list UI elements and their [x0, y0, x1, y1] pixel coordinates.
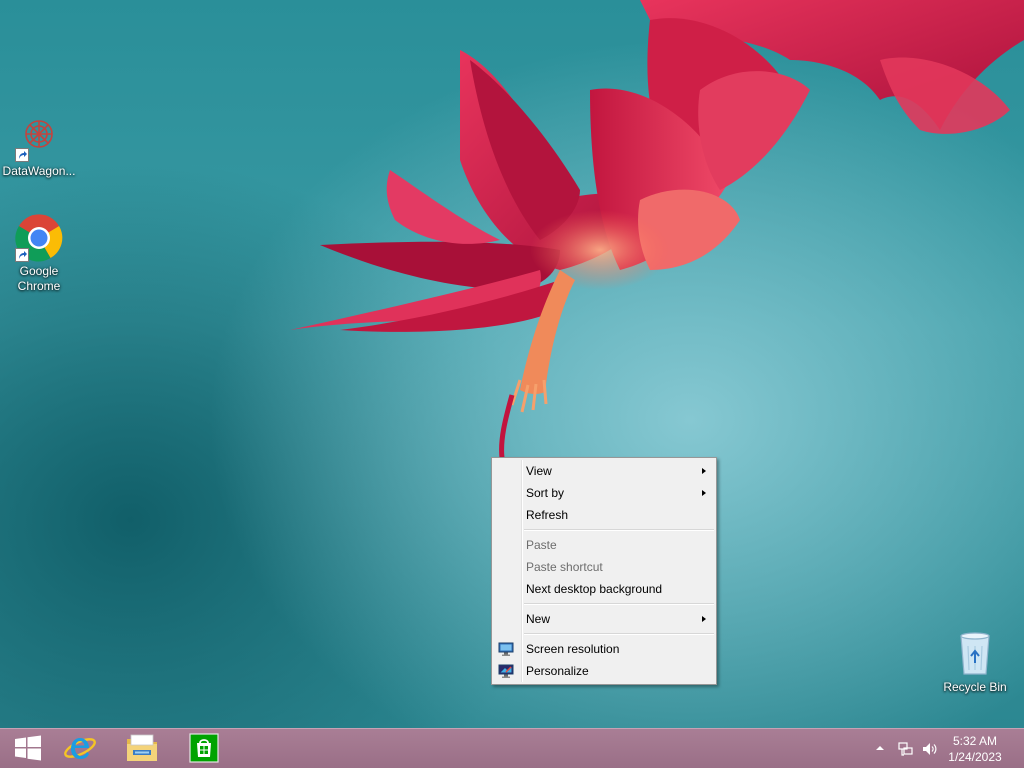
display-icon: [498, 641, 514, 657]
menu-separator: [524, 529, 714, 531]
taskbar: 5:32 AM 1/24/2023: [0, 728, 1024, 768]
menu-item-label: Personalize: [526, 664, 589, 678]
menu-item-next-desktop-background[interactable]: Next desktop background: [492, 578, 716, 600]
menu-item-label: Screen resolution: [526, 642, 620, 656]
shortcut-arrow-icon: [15, 148, 29, 162]
google-chrome-icon: [15, 214, 63, 262]
datawagon-icon: [15, 114, 63, 162]
menu-item-label: Sort by: [526, 486, 565, 500]
submenu-arrow-icon: [702, 490, 706, 496]
desktop-icon-datawagon[interactable]: DataWagon...: [1, 114, 77, 179]
menu-item-new[interactable]: New: [492, 608, 716, 630]
menu-item-screen-resolution[interactable]: Screen resolution: [492, 638, 716, 660]
menu-item-label: Refresh: [526, 508, 569, 522]
windows-start-icon: [14, 735, 42, 764]
submenu-arrow-icon: [702, 468, 706, 474]
menu-item-label: New: [526, 612, 551, 626]
system-tray: 5:32 AM 1/24/2023: [864, 729, 1024, 769]
network-icon[interactable]: [898, 741, 914, 757]
taskbar-internet-explorer[interactable]: [52, 729, 108, 769]
menu-item-label: Paste shortcut: [526, 560, 603, 574]
clock-time: 5:32 AM: [952, 734, 998, 748]
desktop-icon-label: Recycle Bin: [943, 680, 1007, 694]
recycle-bin-icon: [951, 630, 999, 678]
internet-explorer-icon: [63, 732, 97, 767]
menu-item-view[interactable]: View: [492, 460, 716, 482]
submenu-arrow-icon: [702, 616, 706, 622]
menu-item-refresh[interactable]: Refresh: [492, 504, 716, 526]
store-icon: [189, 732, 219, 766]
menu-item-label: Paste: [526, 538, 557, 552]
desktop-icon-recycle-bin[interactable]: Recycle Bin: [937, 630, 1013, 695]
personalize-icon: [498, 663, 514, 679]
menu-item-label: View: [526, 464, 552, 478]
clock-date: 1/24/2023: [948, 750, 1002, 764]
clock[interactable]: 5:32 AM 1/24/2023: [940, 733, 1010, 765]
show-hidden-icons-chevron[interactable]: [874, 742, 890, 758]
start-button[interactable]: [0, 729, 56, 769]
menu-item-personalize[interactable]: Personalize: [492, 660, 716, 682]
file-explorer-icon: [125, 733, 159, 766]
desktop-icon-label: DataWagon...: [2, 164, 76, 178]
taskbar-store[interactable]: [176, 729, 232, 769]
menu-separator: [524, 633, 714, 635]
menu-item-paste: Paste: [492, 534, 716, 556]
taskbar-file-explorer[interactable]: [114, 729, 170, 769]
desktop-icon-label: Google Chrome: [17, 264, 61, 293]
menu-separator: [524, 603, 714, 605]
desktop-context-menu: View Sort by Refresh Paste Paste shortcu…: [491, 457, 717, 685]
desktop-icon-google-chrome[interactable]: Google Chrome: [1, 214, 77, 294]
shortcut-arrow-icon: [15, 248, 29, 262]
menu-item-label: Next desktop background: [526, 582, 663, 596]
desktop[interactable]: DataWagon... Google Chrome Recycle Bin V…: [0, 0, 1024, 728]
menu-item-paste-shortcut: Paste shortcut: [492, 556, 716, 578]
volume-icon[interactable]: [922, 741, 938, 757]
menu-item-sort-by[interactable]: Sort by: [492, 482, 716, 504]
